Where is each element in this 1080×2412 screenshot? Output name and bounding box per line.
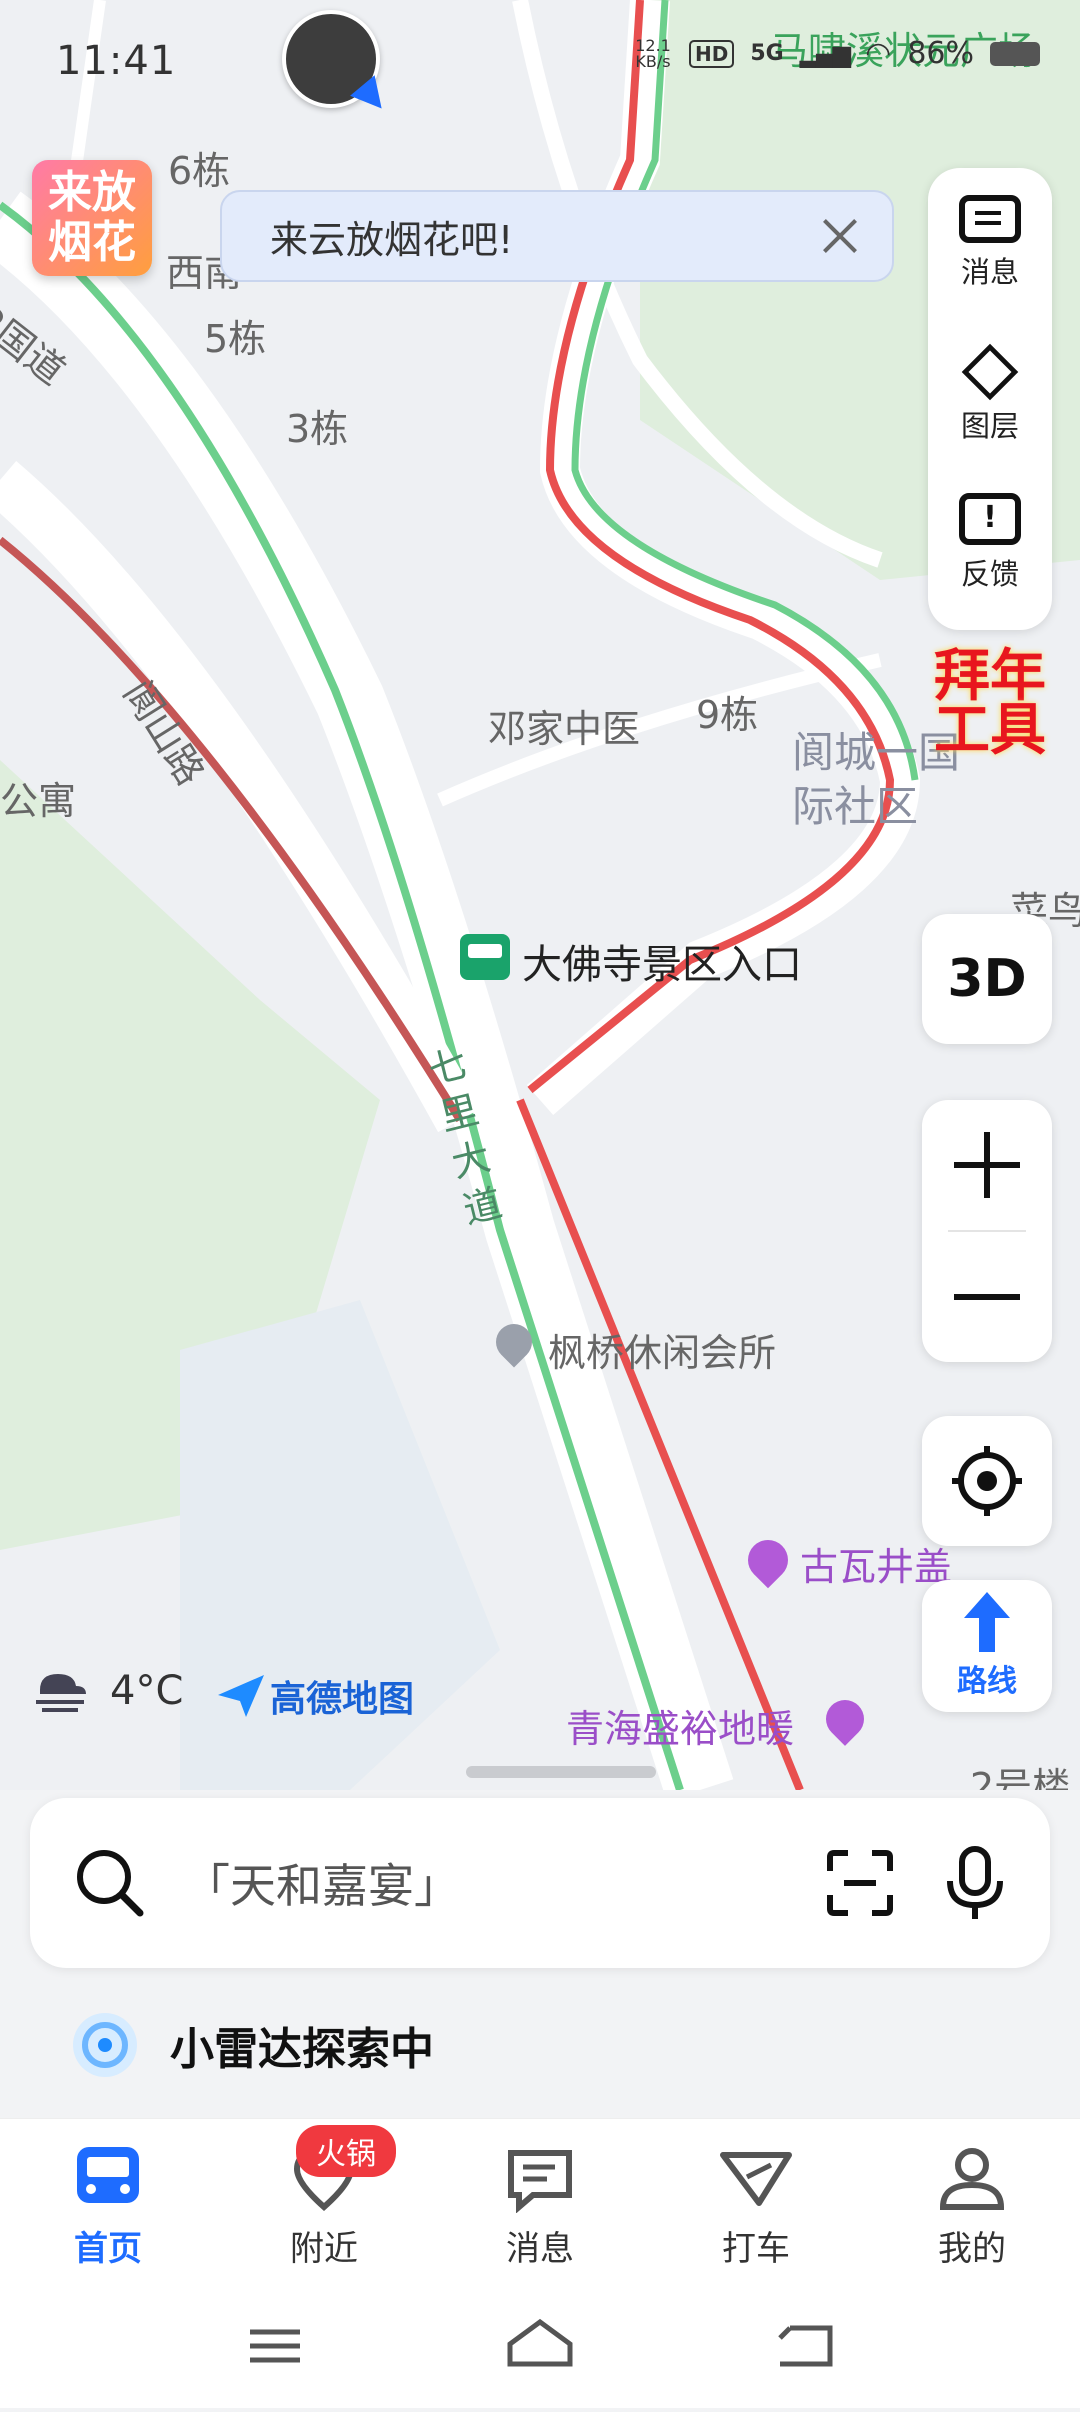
crosshair-icon	[952, 1446, 1022, 1516]
wifi-icon: ◠	[865, 36, 892, 71]
search-bar[interactable]: 「天和嘉宴」	[30, 1798, 1050, 1968]
map-label[interactable]: 9栋	[696, 684, 758, 739]
tab-nearby[interactable]: 火锅 附近	[216, 2119, 432, 2289]
logo-text: 高德地图	[270, 1679, 415, 1720]
system-nav-bar	[0, 2288, 1080, 2408]
signal-5g-icon: 5G	[750, 41, 784, 66]
status-icons: 12.1 KB/s HD 5G ▂▄▆ ◠ 86%	[633, 36, 1040, 71]
feedback-label: 反馈	[960, 557, 1019, 591]
home-icon[interactable]	[507, 2318, 573, 2367]
layers-icon	[961, 343, 1019, 401]
signal-bars-icon: ▂▄▆	[799, 39, 851, 68]
fireworks-banner[interactable]: 来云放烟花吧!	[220, 190, 894, 282]
messages-button[interactable]: 消息	[928, 168, 1052, 318]
route-arrow-icon	[964, 1592, 1010, 1652]
tab-taxi[interactable]: 打车	[648, 2119, 864, 2289]
taxi-icon	[720, 2152, 792, 2206]
temperature: 4°C	[110, 1668, 184, 1714]
3d-toggle-button[interactable]: 3D	[922, 914, 1052, 1044]
route-label: 路线	[957, 1664, 1017, 1699]
map-label[interactable]: 公寓	[0, 770, 76, 825]
microphone-icon[interactable]	[940, 1843, 1010, 1923]
net-speed: 12.1 KB/s	[635, 35, 671, 71]
feedback-icon: !	[959, 493, 1021, 545]
tab-label: 打车	[722, 2229, 790, 2269]
map-label[interactable]: 3栋	[286, 398, 348, 453]
layers-button[interactable]: 图层	[928, 318, 1052, 468]
map-label[interactable]: 2号楼	[970, 1756, 1070, 1790]
radar-label: 小雷达探索中	[170, 2024, 434, 2075]
tab-mine[interactable]: 我的	[864, 2119, 1080, 2289]
map-label[interactable]: 6栋	[168, 140, 230, 195]
bus-stop-icon	[460, 934, 510, 980]
route-button[interactable]: 路线	[922, 1580, 1052, 1712]
map-side-panel: 消息 图层 ! 反馈	[928, 168, 1052, 630]
search-icon	[77, 1850, 144, 1917]
zoom-control	[922, 1100, 1052, 1362]
amap-logo-icon	[218, 1675, 264, 1717]
message-icon	[959, 195, 1021, 243]
zoom-out-button[interactable]	[922, 1232, 1052, 1362]
battery-level: 86%	[907, 36, 974, 71]
tab-messages[interactable]: 消息	[432, 2119, 648, 2289]
status-bar: 11:41 12.1 KB/s HD 5G ▂▄▆ ◠ 86%	[0, 0, 1080, 120]
amap-logo: 高德地图	[216, 1670, 414, 1722]
tab-label: 消息	[506, 2229, 574, 2269]
weather-widget[interactable]: 4°C	[30, 1666, 183, 1716]
zoom-in-button[interactable]	[922, 1100, 1052, 1230]
fireworks-promo-button[interactable]: 来放烟花	[32, 160, 152, 276]
new-year-tool-button[interactable]: 拜年工具	[928, 649, 1052, 768]
status-time: 11:41	[56, 38, 177, 84]
close-icon[interactable]	[818, 214, 862, 258]
drag-handle[interactable]	[466, 1766, 656, 1778]
user-icon	[939, 2148, 1005, 2210]
back-icon[interactable]	[778, 2325, 833, 2367]
layers-label: 图层	[960, 409, 1019, 443]
user-avatar[interactable]	[282, 10, 380, 108]
bus-stop-label[interactable]: 大佛寺景区入口	[522, 932, 802, 990]
map-label[interactable]: 5栋	[204, 308, 266, 363]
bus-icon	[77, 2147, 139, 2203]
tab-label: 我的	[938, 2229, 1006, 2269]
search-input[interactable]: 「天和嘉宴」	[184, 1850, 820, 1916]
poi-label[interactable]: 邓家中医	[488, 698, 640, 753]
menu-icon[interactable]	[250, 2329, 300, 2363]
poi-label[interactable]: 枫桥休闲会所	[548, 1322, 776, 1377]
scan-icon[interactable]	[820, 1843, 900, 1923]
cloud-fog-icon	[36, 1674, 86, 1712]
poi-label[interactable]: 青海盛裕地暖	[566, 1698, 794, 1753]
message-icon	[508, 2150, 572, 2213]
feedback-button[interactable]: ! 反馈	[928, 468, 1052, 618]
tab-home[interactable]: 首页	[0, 2119, 216, 2289]
banner-text: 来云放烟花吧!	[270, 217, 514, 262]
battery-icon	[990, 41, 1040, 66]
radar-row[interactable]: 小雷达探索中	[70, 2010, 434, 2080]
tab-label: 附近	[290, 2229, 358, 2269]
locate-button[interactable]	[922, 1416, 1052, 1546]
nav-buttons	[250, 2318, 833, 2367]
hotpot-badge: 火锅	[296, 2125, 396, 2177]
tab-label: 首页	[74, 2229, 142, 2269]
bottom-tab-bar: 首页 火锅 附近 消息 打车 我的	[0, 2118, 1080, 2289]
radar-icon	[73, 2013, 137, 2077]
messages-label: 消息	[960, 255, 1019, 289]
hd-icon: HD	[689, 39, 735, 68]
